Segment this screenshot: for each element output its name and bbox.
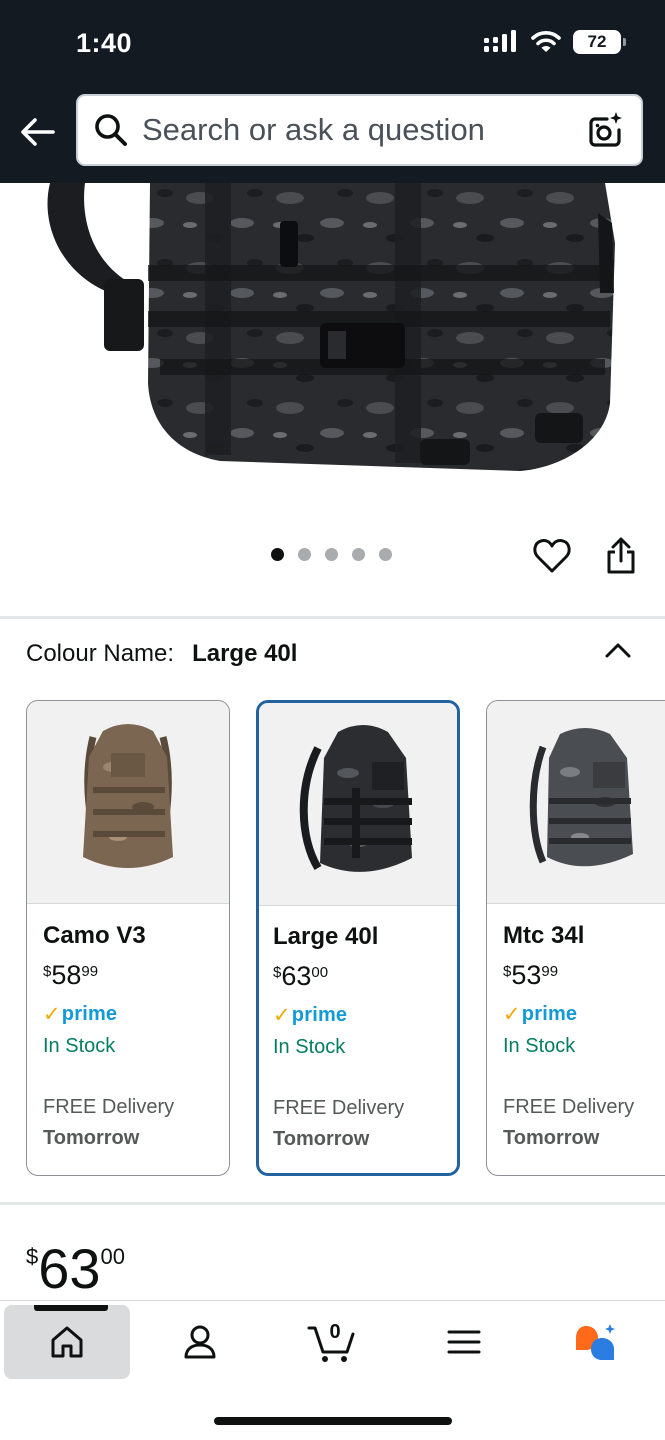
- backpack-thumbnail: [83, 724, 173, 868]
- product-image[interactable]: [0, 183, 665, 528]
- carousel-dot[interactable]: [325, 548, 338, 561]
- variation-image: [27, 701, 229, 904]
- price-whole: 53: [511, 960, 542, 990]
- delivery-text: FREE Delivery: [43, 1096, 175, 1118]
- delivery-text: FREE Delivery: [273, 1097, 405, 1119]
- battery-level: 72: [587, 32, 607, 51]
- carousel-dot[interactable]: [271, 548, 284, 561]
- colour-name-row: Colour Name: Large 40l: [26, 640, 297, 668]
- back-button[interactable]: [16, 110, 60, 154]
- nav-home[interactable]: [4, 1305, 130, 1379]
- delivery-day: Tomorrow: [273, 1128, 370, 1150]
- camera-sparkle-icon: [589, 112, 622, 147]
- signal-icon: [484, 30, 516, 52]
- variation-option-mtc-34l[interactable]: Mtc 34l $53 99 ✓ prime In Stock FREE Deliv…: [486, 700, 665, 1176]
- arrow-left-icon: [21, 118, 55, 146]
- product-price: $ 63 00: [26, 1236, 125, 1302]
- search-bar: [76, 94, 643, 166]
- user-icon: [184, 1325, 216, 1359]
- price-fraction: 00: [100, 1244, 126, 1269]
- price-fraction: 00: [311, 964, 329, 981]
- price-whole: 63: [38, 1237, 101, 1300]
- prime-label: prime: [521, 1003, 578, 1025]
- carousel-dot[interactable]: [379, 548, 392, 561]
- home-indicator[interactable]: [214, 1417, 452, 1425]
- rufus-assistant-icon: [576, 1324, 615, 1360]
- wishlist-button[interactable]: [530, 534, 574, 578]
- status-icons: 72: [483, 30, 626, 54]
- variation-name: Camo V3: [43, 922, 146, 949]
- price-whole: 63: [281, 961, 312, 991]
- nav-cart[interactable]: 0: [292, 1305, 372, 1379]
- delivery-day: Tomorrow: [43, 1127, 140, 1149]
- carousel-dot[interactable]: [298, 548, 311, 561]
- search-icon: [95, 114, 127, 146]
- carousel-dot[interactable]: [352, 548, 365, 561]
- variation-image: [487, 701, 665, 904]
- prime-check-icon: ✓: [43, 1003, 61, 1026]
- variation-option-large-40l[interactable]: Large 40l $63 00 ✓ prime In Stock FREE Del…: [256, 700, 460, 1176]
- heart-icon: [533, 539, 571, 573]
- chevron-up-icon: [605, 643, 631, 658]
- colour-name-value: Large 40l: [192, 640, 298, 667]
- section-divider: [0, 616, 665, 619]
- home-icon: [51, 1326, 83, 1358]
- variation-option-camo-v3[interactable]: Camo V3 $58 99 ✓ prime In Stock FREE Deliv…: [26, 700, 230, 1176]
- hamburger-menu-icon: [447, 1330, 481, 1354]
- backpack-thumbnail: [299, 725, 412, 872]
- variation-price: $58 99: [43, 960, 229, 990]
- variation-price: $63 00: [273, 961, 457, 991]
- price-fraction: 99: [81, 963, 99, 980]
- prime-check-icon: ✓: [503, 1003, 521, 1026]
- prime-badge: ✓ prime: [43, 1002, 229, 1027]
- price-symbol: $: [26, 1244, 39, 1269]
- variation-price: $53 99: [503, 960, 665, 990]
- nav-rufus-assistant[interactable]: [556, 1305, 636, 1379]
- variation-name: Large 40l: [273, 923, 379, 950]
- delivery-text: FREE Delivery: [503, 1096, 635, 1118]
- price-fraction: 99: [541, 963, 559, 980]
- stock-status: In Stock: [273, 1036, 346, 1058]
- prime-badge: ✓ prime: [503, 1002, 665, 1027]
- stock-status: In Stock: [43, 1035, 116, 1057]
- price-symbol: $: [503, 963, 512, 980]
- status-time: 1:40: [76, 28, 133, 58]
- cart-count: 0: [329, 1321, 340, 1343]
- cart-icon: 0: [307, 1321, 355, 1362]
- colour-name-label: Colour Name:: [26, 640, 175, 667]
- app-header: 1:40 72: [0, 0, 665, 183]
- search-input[interactable]: [142, 100, 583, 160]
- backpack-thumbnail: [529, 728, 633, 867]
- nav-menu[interactable]: [424, 1305, 504, 1379]
- prime-badge: ✓ prime: [273, 1003, 457, 1028]
- collapse-variations-button[interactable]: [598, 630, 638, 670]
- backpack-image: [47, 183, 615, 471]
- wifi-icon: [531, 31, 561, 52]
- battery-indicator: 72: [573, 30, 626, 54]
- active-indicator: [34, 1305, 108, 1311]
- nav-account[interactable]: [160, 1305, 240, 1379]
- share-icon: [607, 537, 635, 574]
- section-divider: [0, 1202, 665, 1205]
- camera-search-button[interactable]: [583, 108, 627, 152]
- bottom-nav-bar: 0: [0, 1300, 665, 1440]
- prime-check-icon: ✓: [273, 1004, 291, 1027]
- variation-name: Mtc 34l: [503, 922, 585, 949]
- image-carousel-dots: [271, 548, 392, 561]
- stock-status: In Stock: [503, 1035, 576, 1057]
- prime-label: prime: [291, 1004, 348, 1026]
- delivery-day: Tomorrow: [503, 1127, 600, 1149]
- share-button[interactable]: [599, 534, 643, 578]
- price-whole: 58: [51, 960, 82, 990]
- prime-label: prime: [61, 1003, 118, 1025]
- variation-image: [259, 703, 457, 906]
- price-symbol: $: [43, 963, 52, 980]
- price-symbol: $: [273, 964, 282, 981]
